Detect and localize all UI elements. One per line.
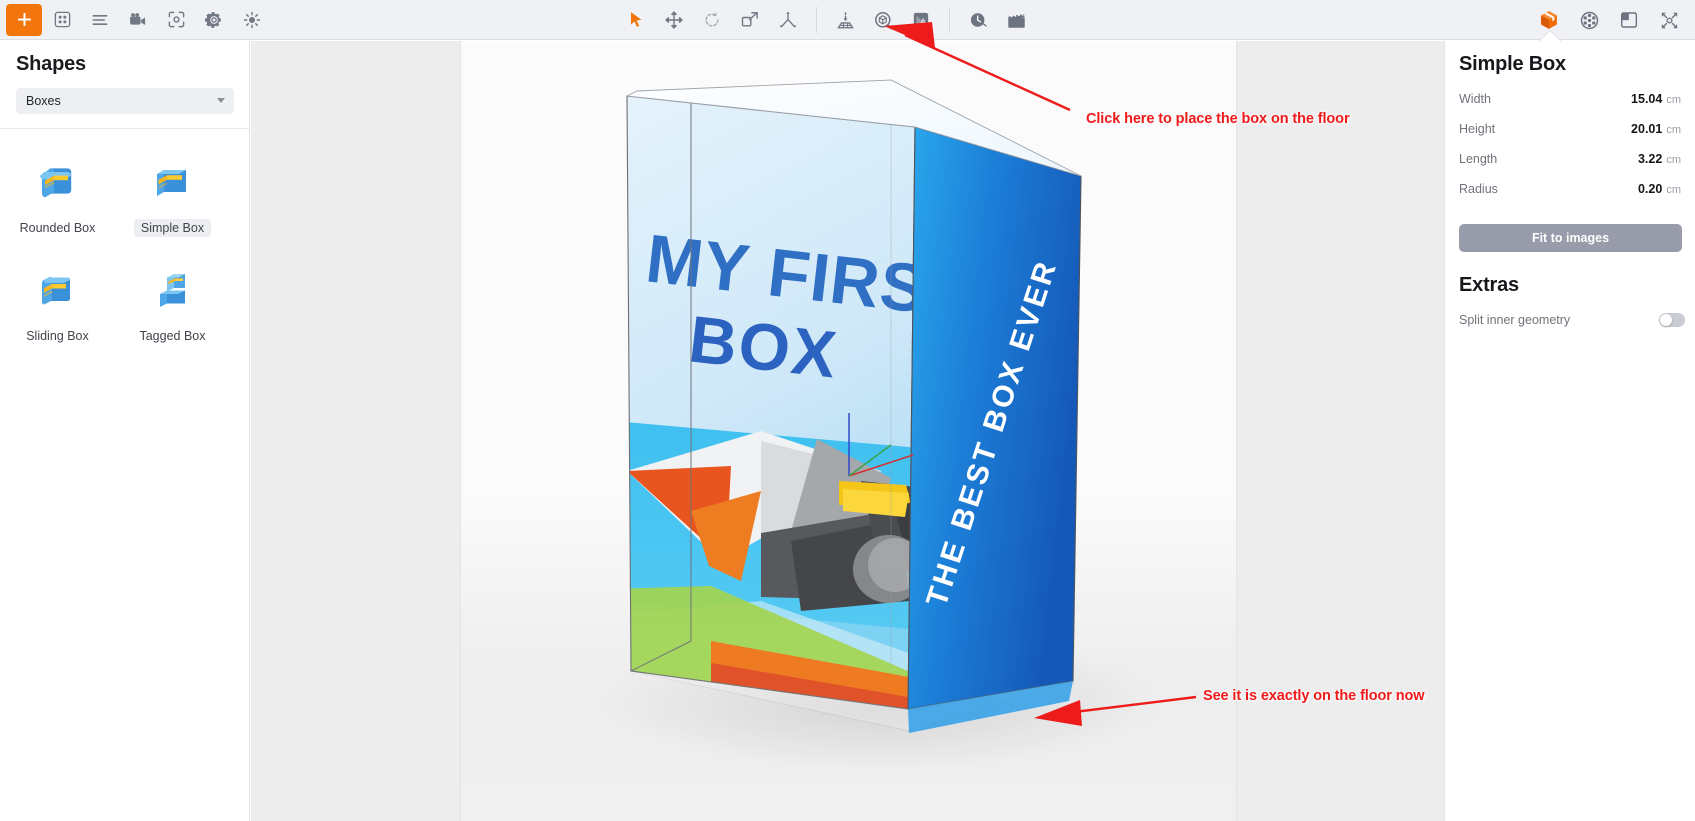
simple-box-icon (144, 155, 202, 213)
properties-title: Simple Box (1445, 41, 1695, 90)
property-unit: cm (1666, 154, 1681, 166)
property-row-length: Length 3.22 cm (1445, 150, 1695, 180)
annotation-text-on-floor-now: See it is exactly on the floor now (1203, 688, 1424, 704)
sidebar-header: Shapes Boxes (0, 41, 249, 129)
add-icon[interactable] (6, 4, 42, 36)
tagged-box-icon (144, 263, 202, 321)
property-unit: cm (1666, 184, 1681, 196)
property-unit: cm (1666, 124, 1681, 136)
grid-icon[interactable] (44, 4, 80, 36)
toolbar-left-group (0, 0, 270, 40)
property-row-radius: Radius 0.20 cm (1445, 180, 1695, 210)
history-clock-icon[interactable] (960, 4, 996, 36)
application-window: Shapes Boxes Rounded Box (0, 0, 1695, 821)
surface-icon[interactable] (903, 4, 939, 36)
shape-grid: Rounded Box Simple Box (0, 129, 249, 361)
shape-label: Rounded Box (13, 219, 103, 237)
canvas-area[interactable]: MY FIRST BOX THE BEST BOX EVER (251, 41, 1444, 821)
shapes-sidebar: Shapes Boxes Rounded Box (0, 41, 250, 821)
shape-item-tagged-box[interactable]: Tagged Box (115, 253, 230, 361)
fullscreen-icon[interactable] (1651, 4, 1687, 36)
distribute-icon[interactable] (770, 4, 806, 36)
focus-frame-icon[interactable] (158, 4, 194, 36)
light-bulb-icon[interactable] (234, 4, 270, 36)
3d-viewport[interactable]: MY FIRST BOX THE BEST BOX EVER (460, 41, 1237, 821)
drop-to-floor-icon[interactable] (827, 4, 863, 36)
annotation-text-place-on-floor: Click here to place the box on the floor (1086, 111, 1350, 127)
toggle-knob (1660, 314, 1672, 326)
rounded-box-icon (29, 155, 87, 213)
property-value-group[interactable]: 0.20 cm (1638, 180, 1681, 198)
shape-item-rounded-box[interactable]: Rounded Box (0, 145, 115, 253)
box-3d-render[interactable]: MY FIRST BOX THE BEST BOX EVER (461, 41, 1237, 821)
shape-item-sliding-box[interactable]: Sliding Box (0, 253, 115, 361)
property-unit: cm (1666, 94, 1681, 106)
property-row-height: Height 20.01 cm (1445, 120, 1695, 150)
property-value-group[interactable]: 15.04 cm (1631, 90, 1681, 108)
extras-title: Extras (1445, 252, 1695, 307)
properties-panel: Simple Box Width 15.04cm Height 20.01cm … (1444, 41, 1695, 821)
property-value: 15.04 (1631, 92, 1662, 106)
split-inner-geometry-toggle[interactable] (1659, 313, 1685, 327)
main-toolbar (0, 0, 1695, 40)
fit-to-images-button[interactable]: Fit to images (1459, 224, 1682, 252)
page-title: Shapes (16, 53, 233, 76)
toolbar-center-group (618, 0, 1034, 40)
panel-toggle-icon[interactable] (1611, 4, 1647, 36)
shape-item-simple-box[interactable]: Simple Box (115, 145, 230, 253)
property-value: 0.20 (1638, 182, 1662, 196)
gear-icon[interactable] (196, 4, 232, 36)
select-cursor-icon[interactable] (618, 4, 654, 36)
sliding-box-icon (29, 263, 87, 321)
extras-row-split-inner-geometry: Split inner geometry (1445, 307, 1695, 333)
shape-label: Sliding Box (19, 327, 96, 345)
layers-list-icon[interactable] (82, 4, 118, 36)
film-clapper-icon[interactable] (998, 4, 1034, 36)
toolbar-divider (816, 7, 817, 33)
property-value-group[interactable]: 20.01 cm (1631, 120, 1681, 138)
move-icon[interactable] (656, 4, 692, 36)
property-label: Width (1459, 92, 1491, 106)
property-label: Length (1459, 152, 1497, 166)
shape-label: Tagged Box (132, 327, 212, 345)
rotate-icon[interactable] (694, 4, 730, 36)
center-object-icon[interactable] (865, 4, 901, 36)
property-value-group[interactable]: 3.22 cm (1638, 150, 1681, 168)
chevron-down-icon (217, 98, 225, 103)
scale-icon[interactable] (732, 4, 768, 36)
extras-label: Split inner geometry (1459, 313, 1570, 327)
toolbar-divider-2 (949, 7, 950, 33)
property-value: 3.22 (1638, 152, 1662, 166)
property-row-width: Width 15.04 cm (1445, 90, 1695, 120)
shape-category-select[interactable]: Boxes (16, 88, 234, 114)
property-label: Height (1459, 122, 1495, 136)
material-sphere-icon[interactable] (1571, 4, 1607, 36)
property-value: 20.01 (1631, 122, 1662, 136)
video-camera-icon[interactable] (120, 4, 156, 36)
shape-category-value: Boxes (26, 94, 61, 108)
shape-label: Simple Box (134, 219, 211, 237)
property-label: Radius (1459, 182, 1498, 196)
